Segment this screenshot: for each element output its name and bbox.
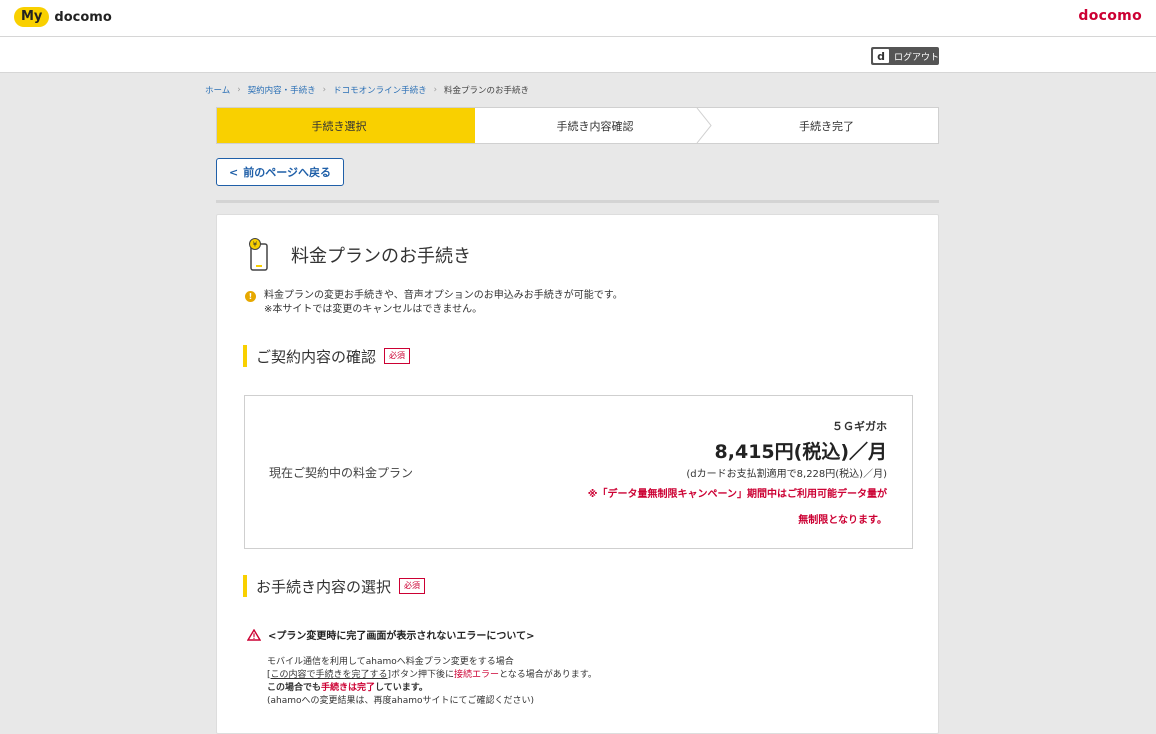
section-bar [243,575,247,597]
current-plan-box: 現在ご契約中の料金プラン ５Ｇギガホ 8,415円(税込)／月 (dカードお支払… [244,395,913,549]
step-label: 手続き完了 [799,119,854,133]
info-notice: ! 料金プランの変更お手続きや、音声オプションのお申込みお手続きが可能です。 ※… [245,289,623,317]
step-label: 手続き選択 [311,119,367,133]
my-badge: My [14,7,50,27]
docomo-logo[interactable]: docomo [1078,8,1142,24]
complete-button-ref: この内容で手続きを完了する [270,670,388,680]
warning-body: モバイル通信を利用してahamoへ料金プラン変更をする場合 [この内容で手続きを… [267,656,887,708]
plan-price: 8,415円(税込)／月 [714,441,887,463]
required-badge: 必須 [384,348,411,364]
error-warning: <プラン変更時に完了画面が表示されないエラーについて> モバイル通信を利用してa… [247,627,887,708]
info-line-1: 料金プランの変更お手続きや、音声オプションのお申込みお手続きが可能です。 [264,290,623,301]
step-arrow [459,108,475,142]
logout-label: ログアウト [894,52,940,63]
plan-details: ５Ｇギガホ 8,415円(税込)／月 (dカードお支払割適用で8,228円(税込… [587,418,887,534]
divider [216,200,939,203]
warning-line-4: (ahamoへの変更結果は、再度ahamoサイトにてご確認ください) [267,696,535,706]
required-badge: 必須 [399,578,426,594]
warning-title: <プラン変更時に完了画面が表示されないエラーについて> [268,631,535,642]
text-segment: この場合でも [267,683,322,693]
plan-discount: (dカードお支払割適用で8,228円(税込)／月) [686,469,887,480]
breadcrumb-online[interactable]: ドコモオンライン手続き [333,84,427,96]
chevron-right-icon: › [322,85,327,95]
section-contract-heading: ご契約内容の確認 必須 [243,345,411,367]
plan-note: ※「データ量無制限キャンペーン」期間中はご利用可能データ量が無制限となります。 [587,489,887,526]
section-label: ご契約内容の確認 [256,347,377,366]
text-segment: しています。 [375,683,428,693]
chevron-right-icon: › [237,85,241,95]
d-account-icon: d [873,49,889,63]
svg-text:¥: ¥ [253,241,258,249]
section-label: お手続き内容の選択 [256,577,392,596]
info-text: 料金プランの変更お手続きや、音声オプションのお申込みお手続きが可能です。 ※本サ… [264,289,623,317]
breadcrumb-contract[interactable]: 契約内容・手続き [248,84,316,96]
info-line-2: ※本サイトでは変更のキャンセルはできません。 [264,304,483,315]
my-docomo-logo[interactable]: My docomo [14,7,112,27]
warning-line-1: モバイル通信を利用してahamoへ料金プラン変更をする場合 [267,657,514,667]
chevron-right-icon: › [433,85,437,95]
page-title-row: ¥ 料金プランのお手続き [245,237,471,273]
smartphone-yen-icon: ¥ [249,238,268,271]
brand-name: docomo [54,9,112,25]
warning-heading: <プラン変更時に完了画面が表示されないエラーについて> [247,627,887,642]
page-title: 料金プランのお手続き [291,246,471,267]
text-segment: となる場合があります。 [499,670,597,680]
breadcrumb-current: 料金プランのお手続き [444,86,530,96]
progress-stepper: 手続き選択 手続き内容確認 手続き完了 [216,107,939,144]
step-complete: 手続き完了 [715,108,938,143]
step-label: 手続き内容確認 [556,119,634,133]
connection-error-text: 接続エラー [454,670,500,680]
text-segment: ]ボタン押下後に [387,670,455,680]
step-select: 手続き選択 [217,108,475,143]
main-card: ¥ 料金プランのお手続き ! 料金プランの変更お手続きや、音声オプションのお申込… [216,214,939,734]
section-procedure-heading: お手続き内容の選択 必須 [243,575,426,597]
sub-header: d ログアウト [0,37,1156,73]
top-header: My docomo docomo [0,0,1156,37]
step-confirm: 手続き内容確認 [475,108,715,143]
warning-line-3: この場合でも手続きは完了しています。 [267,682,887,695]
back-button-label: 前のページへ戻る [243,166,331,179]
warning-line-2: [この内容で手続きを完了する]ボタン押下後に接続エラーとなる場合があります。 [267,669,887,682]
breadcrumb-home[interactable]: ホーム [205,84,230,96]
chevron-left-icon: < [229,165,239,179]
breadcrumb: ホーム › 契約内容・手続き › ドコモオンライン手続き › 料金プランのお手続… [205,84,529,96]
info-icon: ! [245,291,256,302]
plan-label: 現在ご契約中の料金プラン [269,466,414,480]
section-bar [243,345,247,367]
warning-icon [247,628,261,641]
completed-text: 手続きは完了 [321,683,376,693]
plan-name: ５Ｇギガホ [832,420,887,433]
step-divider-icon [696,108,712,143]
back-button[interactable]: < 前のページへ戻る [216,158,344,186]
logout-button[interactable]: d ログアウト [871,47,939,65]
